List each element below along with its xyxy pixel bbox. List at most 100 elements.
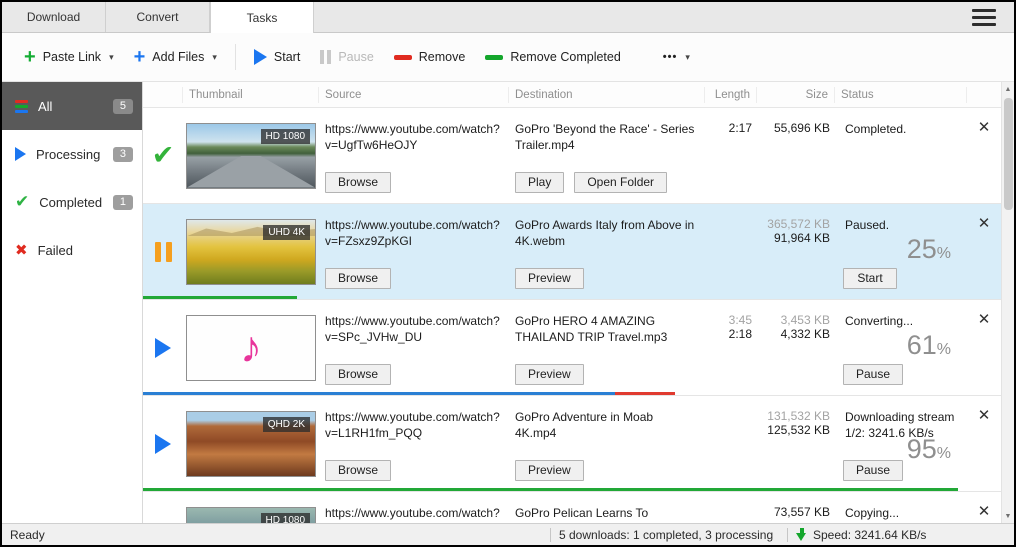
close-icon[interactable]: ✕ — [978, 119, 991, 136]
video-thumbnail: UHD 4K — [186, 219, 316, 285]
close-icon[interactable]: ✕ — [978, 215, 991, 232]
quality-badge: HD 1080 — [261, 513, 310, 524]
chevron-down-icon: ▾ — [212, 52, 217, 63]
remove-completed-button[interactable]: Remove Completed — [475, 42, 630, 72]
pause-icon — [320, 50, 331, 64]
length-total: 3:45 — [707, 313, 752, 327]
destination-file: GoPro Adventure in Moab 4K.mp4 — [515, 409, 697, 441]
tab-convert[interactable]: Convert — [106, 2, 210, 32]
tab-tasks[interactable]: Tasks — [210, 2, 314, 33]
check-icon: ✔ — [15, 192, 29, 212]
browse-button[interactable]: Browse — [325, 364, 391, 385]
destination-file: GoPro 'Beyond the Race' - Series Trailer… — [515, 121, 697, 153]
count-badge: 1 — [113, 195, 133, 210]
size-total: 131,532 KB — [759, 409, 830, 423]
pause-button[interactable]: Pause — [843, 460, 903, 481]
sidebar-item-processing[interactable]: Processing 3 — [2, 130, 142, 178]
count-badge: 5 — [113, 99, 133, 114]
task-row[interactable]: ✔ HD 1080 https://www.youtube.com/watch?… — [143, 108, 1001, 204]
source-url: https://www.youtube.com/watch?v=nuJ9omOW… — [325, 505, 501, 523]
quality-badge: UHD 4K — [263, 225, 310, 240]
quality-badge: HD 1080 — [261, 129, 310, 144]
paste-link-button[interactable]: + Paste Link ▾ — [14, 41, 124, 73]
audio-thumbnail: ♪ — [186, 315, 316, 381]
plus-icon: + — [24, 49, 36, 65]
completed-icon: ✔ — [152, 140, 175, 171]
length-value: 2:17 — [707, 121, 752, 135]
status-bar: Ready 5 downloads: 1 completed, 3 proces… — [2, 523, 1014, 545]
pause-button[interactable]: Pause — [310, 42, 383, 72]
source-url: https://www.youtube.com/watch?v=FZsxz9Zp… — [325, 217, 501, 249]
menu-icon[interactable] — [968, 5, 1000, 30]
app-window: Download Convert Tasks + Paste Link ▾ + … — [0, 0, 1016, 547]
sidebar-item-completed[interactable]: ✔ Completed 1 — [2, 178, 142, 226]
sidebar-item-label: Failed — [38, 243, 73, 258]
task-list: Thumbnail Source Destination Length Size… — [143, 82, 1014, 523]
tab-bar: Download Convert Tasks — [2, 2, 1014, 33]
remove-completed-label: Remove Completed — [510, 50, 620, 64]
list-icon — [15, 100, 28, 113]
vertical-scrollbar[interactable]: ▲ ▼ — [1001, 82, 1014, 523]
scroll-down-icon[interactable]: ▼ — [1002, 509, 1014, 523]
size-value: 73,557 KB — [759, 505, 830, 519]
close-icon[interactable]: ✕ — [978, 311, 991, 328]
add-files-button[interactable]: + Add Files ▾ — [124, 41, 227, 73]
size-value: 55,696 KB — [759, 121, 830, 135]
chevron-down-icon: ▾ — [685, 52, 690, 63]
size-value: 91,964 KB — [759, 231, 830, 245]
paused-icon — [155, 242, 172, 262]
column-header-thumbnail: Thumbnail — [183, 87, 319, 103]
preview-button[interactable]: Preview — [515, 460, 584, 481]
column-header-size: Size — [757, 87, 835, 103]
task-row[interactable]: HD 1080 https://www.youtube.com/watch?v=… — [143, 492, 1001, 523]
status-text: Completed. — [845, 121, 963, 137]
progress-bar — [143, 296, 1001, 299]
tab-download[interactable]: Download — [2, 2, 106, 32]
size-value: 4,332 KB — [759, 327, 830, 341]
video-thumbnail: QHD 2K — [186, 411, 316, 477]
browse-button[interactable]: Browse — [325, 460, 391, 481]
close-icon[interactable]: ✕ — [978, 503, 991, 520]
preview-button[interactable]: Preview — [515, 364, 584, 385]
column-header-destination: Destination — [509, 87, 705, 103]
sidebar: All 5 Processing 3 ✔ Completed 1 ✖ Faile… — [2, 82, 143, 523]
column-header-state — [143, 87, 183, 103]
sidebar-item-failed[interactable]: ✖ Failed — [2, 226, 142, 274]
pause-button[interactable]: Pause — [843, 364, 903, 385]
plus-icon: + — [134, 49, 146, 65]
play-icon — [15, 147, 26, 161]
scroll-up-icon[interactable]: ▲ — [1002, 82, 1014, 96]
toolbar: + Paste Link ▾ + Add Files ▾ Start Pause… — [2, 33, 1014, 82]
sidebar-item-all[interactable]: All 5 — [2, 82, 142, 130]
quality-badge: QHD 2K — [263, 417, 310, 432]
browse-button[interactable]: Browse — [325, 172, 391, 193]
task-row[interactable]: UHD 4K https://www.youtube.com/watch?v=F… — [143, 204, 1001, 300]
video-thumbnail: HD 1080 — [186, 123, 316, 189]
close-icon[interactable]: ✕ — [978, 407, 991, 424]
column-header-source: Source — [319, 87, 509, 103]
destination-file: GoPro Awards Italy from Above in 4K.webm — [515, 217, 697, 249]
length-value: 2:18 — [707, 327, 752, 341]
scrollbar-thumb[interactable] — [1004, 98, 1013, 210]
size-value: 125,532 KB — [759, 423, 830, 437]
open-folder-button[interactable]: Open Folder — [574, 172, 667, 193]
browse-button[interactable]: Browse — [325, 268, 391, 289]
start-button[interactable]: Start — [244, 41, 310, 73]
destination-file: GoPro HERO 4 AMAZING THAILAND TRIP Trave… — [515, 313, 697, 345]
status-text: Copying... — [845, 505, 963, 521]
start-button[interactable]: Start — [843, 268, 897, 289]
more-actions-button[interactable]: ••• ▾ — [653, 43, 700, 71]
task-row[interactable]: ♪ https://www.youtube.com/watch?v=SPc_JV… — [143, 300, 1001, 396]
preview-button[interactable]: Preview — [515, 268, 584, 289]
play-button[interactable]: Play — [515, 172, 564, 193]
sidebar-item-label: Processing — [36, 147, 100, 162]
speed-text: Speed: 3241.64 KB/s — [813, 528, 926, 542]
task-row[interactable]: QHD 2K https://www.youtube.com/watch?v=L… — [143, 396, 1001, 492]
table-header: Thumbnail Source Destination Length Size… — [143, 82, 1001, 108]
downloads-summary: 5 downloads: 1 completed, 3 processing — [551, 528, 787, 542]
progress-bar — [143, 488, 1001, 491]
table-body: ✔ HD 1080 https://www.youtube.com/watch?… — [143, 108, 1001, 523]
size-total: 3,453 KB — [759, 313, 830, 327]
remove-button[interactable]: Remove — [384, 42, 476, 72]
x-icon: ✖ — [15, 241, 28, 259]
